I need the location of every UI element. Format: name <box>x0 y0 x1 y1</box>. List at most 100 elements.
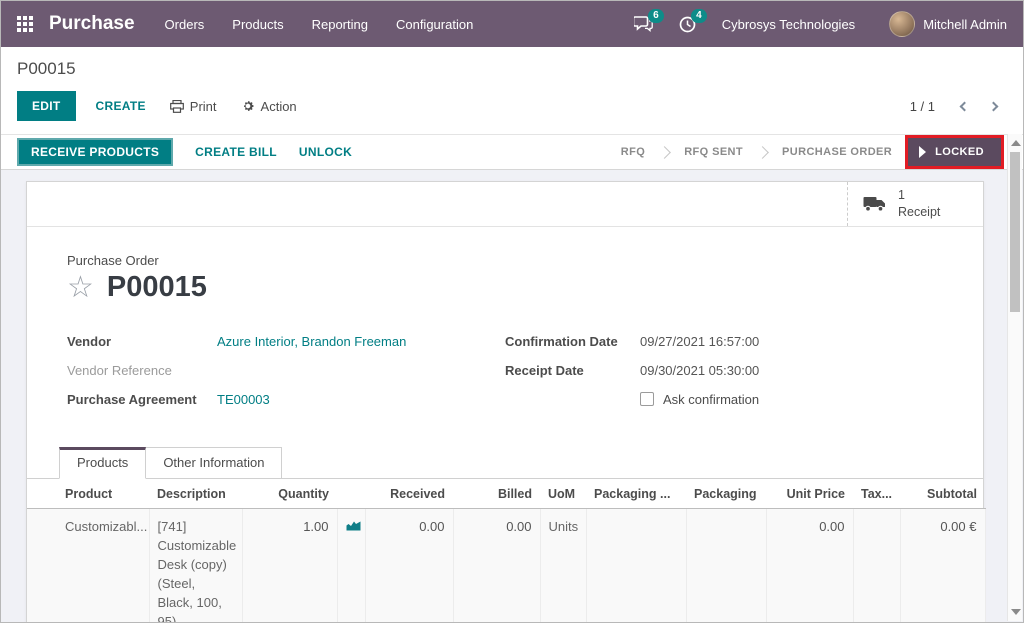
cell-packaging-qty <box>586 509 686 623</box>
state-locked-active[interactable]: LOCKED <box>905 135 1004 169</box>
status-pipeline: RFQ RFQ SENT PURCHASE ORDER LOCKED <box>608 135 1004 169</box>
pager-previous-icon[interactable] <box>960 101 970 111</box>
cell-quantity: 1.00 <box>242 509 337 623</box>
cell-taxes <box>853 509 900 623</box>
forecast-chart-icon[interactable] <box>346 520 361 531</box>
vendor-label: Vendor <box>67 334 217 349</box>
col-taxes[interactable]: Tax... <box>853 479 900 509</box>
vendor-value-link[interactable]: Azure Interior, Brandon Freeman <box>217 334 406 349</box>
col-forecast <box>337 479 365 509</box>
form-view: 1 Receipt Purchase Order ☆ P00015 Vendor… <box>1 170 1023 622</box>
col-quantity[interactable]: Quantity <box>242 479 337 509</box>
favorite-star-icon[interactable]: ☆ <box>67 273 94 303</box>
state-purchase-order[interactable]: PURCHASE ORDER <box>769 146 905 158</box>
document-title: P00015 <box>107 271 207 304</box>
gear-icon <box>241 99 255 113</box>
cell-billed: 0.00 <box>453 509 540 623</box>
messages-badge: 6 <box>648 9 664 23</box>
tab-other-information[interactable]: Other Information <box>146 447 282 479</box>
state-locked-label: LOCKED <box>935 146 984 158</box>
cell-received: 0.00 <box>365 509 453 623</box>
activities-icon[interactable]: 4 <box>679 16 696 33</box>
print-button[interactable]: Print <box>170 99 217 114</box>
col-packaging-qty[interactable]: Packaging ... <box>586 479 686 509</box>
pager-next-icon[interactable] <box>989 101 999 111</box>
form-sheet: 1 Receipt Purchase Order ☆ P00015 Vendor… <box>26 181 984 622</box>
vendor-reference-label: Vendor Reference <box>67 363 217 378</box>
odoo-purchase-order-screen: Purchase Orders Products Reporting Confi… <box>0 0 1024 623</box>
menu-reporting[interactable]: Reporting <box>312 17 368 32</box>
statusbar: RECEIVE PRODUCTS CREATE BILL UNLOCK RFQ … <box>1 134 1023 170</box>
col-packaging[interactable]: Packaging <box>686 479 766 509</box>
scroll-up-icon[interactable] <box>1011 140 1021 146</box>
col-billed[interactable]: Billed <box>453 479 540 509</box>
pager-value: 1 / 1 <box>910 99 935 114</box>
receive-products-button[interactable]: RECEIVE PRODUCTS <box>17 138 173 166</box>
col-unit-price[interactable]: Unit Price <box>766 479 853 509</box>
create-button[interactable]: CREATE <box>96 99 146 113</box>
menu-orders[interactable]: Orders <box>165 17 205 32</box>
document-type-label: Purchase Order <box>67 253 943 268</box>
systray: 6 4 Cybrosys Technologies Mitchell Admin <box>634 11 1007 37</box>
truck-icon <box>863 195 887 213</box>
col-subtotal[interactable]: Subtotal <box>900 479 985 509</box>
ask-confirmation-label: Ask confirmation <box>663 392 759 407</box>
cell-product: Customizabl... <box>27 509 149 623</box>
app-brand[interactable]: Purchase <box>49 13 135 35</box>
company-switcher[interactable]: Cybrosys Technologies <box>722 17 855 32</box>
print-label: Print <box>190 99 217 114</box>
table-row[interactable]: Customizabl... [741] Customizable Desk (… <box>27 509 985 623</box>
pager: 1 / 1 <box>910 99 1007 114</box>
menu-configuration[interactable]: Configuration <box>396 17 473 32</box>
action-label: Action <box>261 99 297 114</box>
receipt-date-label: Receipt Date <box>505 363 640 378</box>
state-rfq-sent[interactable]: RFQ SENT <box>671 146 756 158</box>
tab-products[interactable]: Products <box>59 447 146 479</box>
action-button[interactable]: Action <box>241 99 297 114</box>
user-menu[interactable]: Mitchell Admin <box>923 17 1007 32</box>
unlock-button[interactable]: UNLOCK <box>299 145 352 159</box>
cell-uom: Units <box>540 509 586 623</box>
cell-description: [741] Customizable Desk (copy) (Steel, B… <box>149 509 242 623</box>
col-uom[interactable]: UoM <box>540 479 586 509</box>
state-separator-icon <box>658 146 671 159</box>
purchase-agreement-label: Purchase Agreement <box>67 392 217 407</box>
scrollbar-thumb[interactable] <box>1010 152 1020 312</box>
activities-badge: 4 <box>691 9 707 23</box>
col-received[interactable]: Received <box>365 479 453 509</box>
control-panel: P00015 EDIT CREATE Print Action 1 <box>1 47 1023 134</box>
confirmation-date-value: 09/27/2021 16:57:00 <box>640 334 759 349</box>
ask-confirmation-checkbox[interactable] <box>640 392 654 406</box>
order-lines-table: Product Description Quantity Received Bi… <box>27 479 986 622</box>
state-rfq[interactable]: RFQ <box>608 146 658 158</box>
printer-icon <box>170 100 184 113</box>
receipt-stat-button[interactable]: 1 Receipt <box>847 182 983 226</box>
messages-icon[interactable]: 6 <box>634 16 653 32</box>
breadcrumb[interactable]: P00015 <box>17 59 1007 79</box>
receipt-count: 1 <box>898 188 905 202</box>
state-arrow-icon <box>919 146 926 158</box>
receipt-label: Receipt <box>898 205 940 219</box>
col-description[interactable]: Description <box>149 479 242 509</box>
user-avatar[interactable] <box>889 11 915 37</box>
receipt-date-value: 09/30/2021 05:30:00 <box>640 363 759 378</box>
col-product[interactable]: Product <box>27 479 149 509</box>
edit-button[interactable]: EDIT <box>17 91 76 121</box>
field-groups: Vendor Azure Interior, Brandon Freeman V… <box>67 334 943 421</box>
cell-forecast <box>337 509 365 623</box>
table-header-row: Product Description Quantity Received Bi… <box>27 479 985 509</box>
create-bill-button[interactable]: CREATE BILL <box>195 145 277 159</box>
cell-packaging <box>686 509 766 623</box>
menu-products[interactable]: Products <box>232 17 283 32</box>
button-box: 1 Receipt <box>27 182 983 227</box>
cell-unit-price: 0.00 <box>766 509 853 623</box>
state-separator-icon <box>756 146 769 159</box>
apps-grid-icon[interactable] <box>17 16 33 32</box>
purchase-agreement-value-link[interactable]: TE00003 <box>217 392 270 407</box>
notebook-tabs: Products Other Information <box>27 447 983 479</box>
cell-subtotal: 0.00 € <box>900 509 985 623</box>
confirmation-date-label: Confirmation Date <box>505 334 640 349</box>
scroll-down-icon[interactable] <box>1011 609 1021 615</box>
top-navbar: Purchase Orders Products Reporting Confi… <box>1 1 1023 47</box>
vertical-scrollbar[interactable] <box>1007 134 1022 621</box>
